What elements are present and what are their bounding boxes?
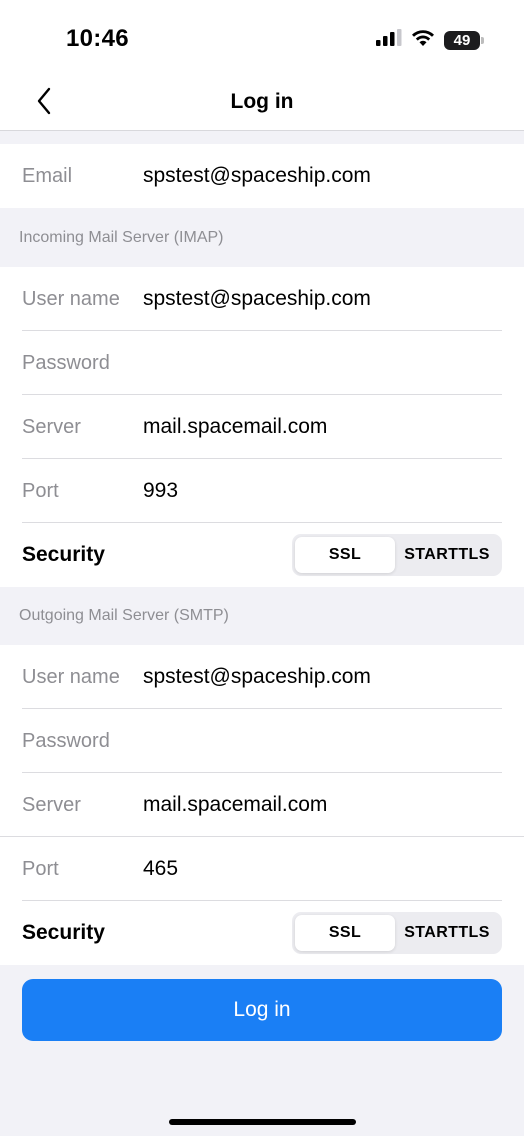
incoming-security-segmented-control: SSL STARTTLS bbox=[292, 534, 502, 576]
outgoing-section-header: Outgoing Mail Server (SMTP) bbox=[19, 607, 229, 624]
status-icons: 49 bbox=[376, 29, 484, 52]
outgoing-server-field[interactable] bbox=[143, 785, 524, 825]
outgoing-server-label: Server bbox=[22, 793, 81, 816]
outgoing-security-starttls-option[interactable]: STARTTLS bbox=[395, 915, 499, 951]
nav-bar: Log in bbox=[0, 75, 524, 131]
outgoing-password-field[interactable] bbox=[143, 721, 524, 761]
incoming-username-row: User name bbox=[0, 267, 524, 331]
incoming-port-row: Port bbox=[0, 459, 524, 523]
outgoing-username-label: User name bbox=[22, 665, 120, 688]
outgoing-username-field[interactable] bbox=[143, 657, 524, 697]
outgoing-username-row: User name bbox=[0, 645, 524, 709]
outgoing-section: User name Password Server Port Security … bbox=[0, 645, 524, 965]
incoming-password-label: Password bbox=[22, 351, 110, 374]
outgoing-password-label: Password bbox=[22, 729, 110, 752]
incoming-security-starttls-option[interactable]: STARTTLS bbox=[395, 537, 499, 573]
outgoing-port-label: Port bbox=[22, 857, 59, 880]
home-indicator bbox=[169, 1119, 356, 1125]
incoming-username-field[interactable] bbox=[143, 279, 524, 319]
email-label: Email bbox=[22, 164, 73, 187]
outgoing-security-row: Security SSL STARTTLS bbox=[0, 901, 524, 965]
status-time: 10:46 bbox=[66, 25, 129, 52]
outgoing-port-field[interactable] bbox=[143, 849, 524, 889]
battery-icon: 49 bbox=[444, 31, 484, 50]
incoming-server-label: Server bbox=[22, 415, 81, 438]
incoming-security-ssl-option[interactable]: SSL bbox=[295, 537, 395, 573]
email-row: Email bbox=[0, 144, 524, 208]
incoming-username-label: User name bbox=[22, 287, 120, 310]
email-field[interactable] bbox=[143, 156, 524, 196]
outgoing-security-segmented-control: SSL STARTTLS bbox=[292, 912, 502, 954]
status-bar: 10:46 49 bbox=[0, 0, 524, 75]
incoming-section-header: Incoming Mail Server (IMAP) bbox=[19, 229, 224, 246]
incoming-port-label: Port bbox=[22, 479, 59, 502]
email-section: Email bbox=[0, 144, 524, 208]
incoming-password-field[interactable] bbox=[143, 343, 524, 383]
incoming-section: User name Password Server Port Security … bbox=[0, 267, 524, 587]
outgoing-password-row: Password bbox=[0, 709, 524, 773]
outgoing-server-row: Server bbox=[0, 773, 524, 837]
login-button[interactable]: Log in bbox=[22, 979, 502, 1041]
incoming-password-row: Password bbox=[0, 331, 524, 395]
incoming-server-row: Server bbox=[0, 395, 524, 459]
incoming-server-field[interactable] bbox=[143, 407, 524, 447]
outgoing-port-row: Port bbox=[0, 837, 524, 901]
signal-icon bbox=[376, 29, 402, 52]
page-title: Log in bbox=[230, 90, 294, 113]
incoming-port-field[interactable] bbox=[143, 471, 524, 511]
wifi-icon bbox=[411, 29, 435, 52]
incoming-security-row: Security SSL STARTTLS bbox=[0, 523, 524, 587]
outgoing-security-ssl-option[interactable]: SSL bbox=[295, 915, 395, 951]
